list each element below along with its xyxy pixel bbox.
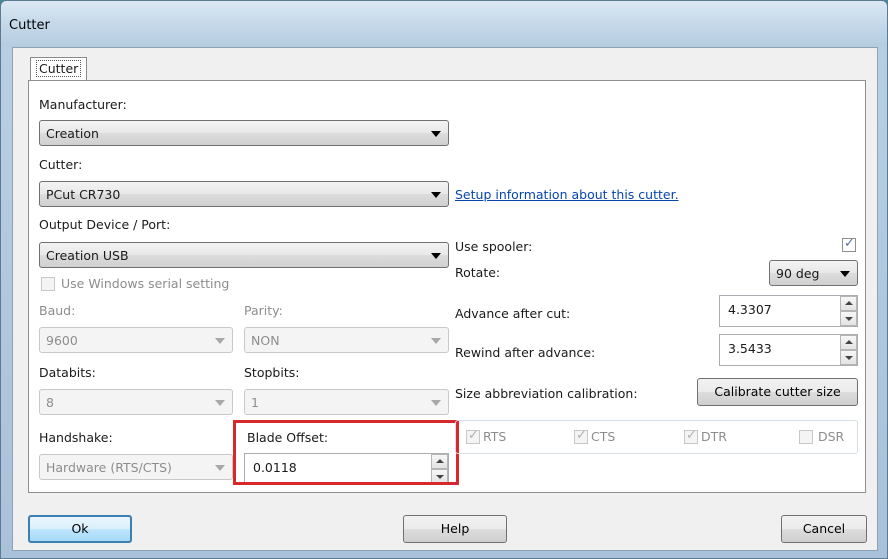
databits-value: 8: [46, 395, 54, 410]
chevron-down-icon: [431, 192, 441, 198]
chevron-down-icon: [431, 253, 441, 259]
dtr-checkbox[interactable]: ✓: [684, 428, 698, 444]
calibrate-cutter-size-button[interactable]: Calibrate cutter size: [697, 378, 858, 406]
spin-down-icon[interactable]: [840, 311, 857, 326]
output-device-select[interactable]: Creation USB: [39, 242, 449, 268]
manufacturer-label: Manufacturer:: [39, 97, 127, 112]
use-windows-serial-label: Use Windows serial setting: [61, 276, 230, 291]
advance-after-cut-label: Advance after cut:: [455, 306, 571, 321]
handshake-select[interactable]: Hardware (RTS/CTS): [39, 454, 233, 480]
baud-select[interactable]: 9600: [39, 327, 233, 353]
rewind-after-advance-value: 3.5433: [728, 341, 772, 356]
databits-select[interactable]: 8: [39, 389, 233, 415]
tab-cutter[interactable]: Cutter: [30, 57, 88, 81]
dialog-client-area: Cutter Manufacturer: Creation Cutter: PC…: [12, 47, 878, 551]
manufacturer-select[interactable]: Creation: [39, 120, 449, 146]
title-bar[interactable]: Cutter: [1, 1, 887, 47]
rewind-spin-buttons: [840, 335, 857, 365]
baud-value: 9600: [46, 333, 78, 348]
ok-button[interactable]: Ok: [28, 515, 132, 543]
advance-spin-buttons: [840, 296, 857, 326]
parity-select[interactable]: NON: [244, 327, 449, 353]
advance-after-cut-spinner[interactable]: 4.3307: [719, 295, 858, 327]
advance-after-cut-value: 4.3307: [728, 302, 772, 317]
stopbits-label: Stopbits:: [244, 365, 300, 380]
help-button[interactable]: Help: [403, 515, 507, 543]
output-device-value: Creation USB: [46, 248, 129, 263]
chevron-down-icon: [840, 271, 850, 277]
chevron-down-icon: [215, 338, 225, 344]
checkmark-icon: ✓: [576, 428, 587, 443]
cutter-label: Cutter:: [39, 157, 83, 172]
rewind-after-advance-label: Rewind after advance:: [455, 345, 596, 360]
rotate-value: 90 deg: [776, 266, 820, 281]
chevron-down-icon: [431, 338, 441, 344]
cutter-tab-page: Manufacturer: Creation Cutter: PCut CR73…: [28, 80, 866, 493]
tab-cutter-label: Cutter: [36, 60, 82, 77]
baud-label: Baud:: [39, 303, 76, 318]
cancel-button[interactable]: Cancel: [781, 515, 867, 543]
chevron-down-icon: [431, 400, 441, 406]
checkmark-icon: ✓: [844, 236, 855, 251]
cutter-dialog: Cutter Cutter Manufacturer: Creation Cut…: [0, 0, 888, 559]
chevron-down-icon: [431, 131, 441, 137]
spin-up-icon[interactable]: [840, 335, 857, 350]
rts-checkbox[interactable]: ✓: [466, 428, 480, 444]
spin-up-icon[interactable]: [840, 296, 857, 311]
handshake-label: Handshake:: [39, 430, 113, 445]
window-title: Cutter: [9, 18, 50, 33]
cutter-select[interactable]: PCut CR730: [39, 181, 449, 207]
use-spooler-label: Use spooler:: [455, 239, 533, 254]
chevron-down-icon: [215, 465, 225, 471]
dsr-checkbox[interactable]: [799, 430, 813, 444]
rts-label: RTS: [483, 429, 507, 444]
handshake-value: Hardware (RTS/CTS): [46, 460, 172, 475]
rotate-label: Rotate:: [455, 265, 501, 280]
rewind-after-advance-spinner[interactable]: 3.5433: [719, 334, 858, 366]
checkmark-icon: ✓: [686, 428, 697, 443]
cts-checkbox[interactable]: ✓: [574, 428, 588, 444]
cutter-value: PCut CR730: [46, 187, 121, 202]
cts-label: CTS: [591, 429, 616, 444]
spin-down-icon[interactable]: [840, 350, 857, 365]
checkmark-icon: ✓: [468, 428, 479, 443]
parity-label: Parity:: [244, 303, 283, 318]
manufacturer-value: Creation: [46, 126, 99, 141]
dtr-label: DTR: [701, 429, 727, 444]
output-device-label: Output Device / Port:: [39, 217, 171, 232]
stopbits-select[interactable]: 1: [244, 389, 449, 415]
dsr-label: DSR: [818, 429, 845, 444]
use-windows-serial-checkbox[interactable]: [41, 277, 55, 291]
setup-info-link[interactable]: Setup information about this cutter.: [455, 187, 679, 202]
size-calibration-label: Size abbreviation calibration:: [455, 386, 638, 401]
stopbits-value: 1: [251, 395, 259, 410]
rotate-select[interactable]: 90 deg: [769, 260, 858, 286]
chevron-down-icon: [215, 400, 225, 406]
blade-offset-highlight: [233, 420, 459, 485]
signals-group: ✓ RTS ✓ CTS ✓ DTR DSR: [455, 420, 858, 454]
use-spooler-checkbox[interactable]: ✓: [842, 236, 856, 252]
parity-value: NON: [251, 333, 280, 348]
databits-label: Databits:: [39, 365, 96, 380]
